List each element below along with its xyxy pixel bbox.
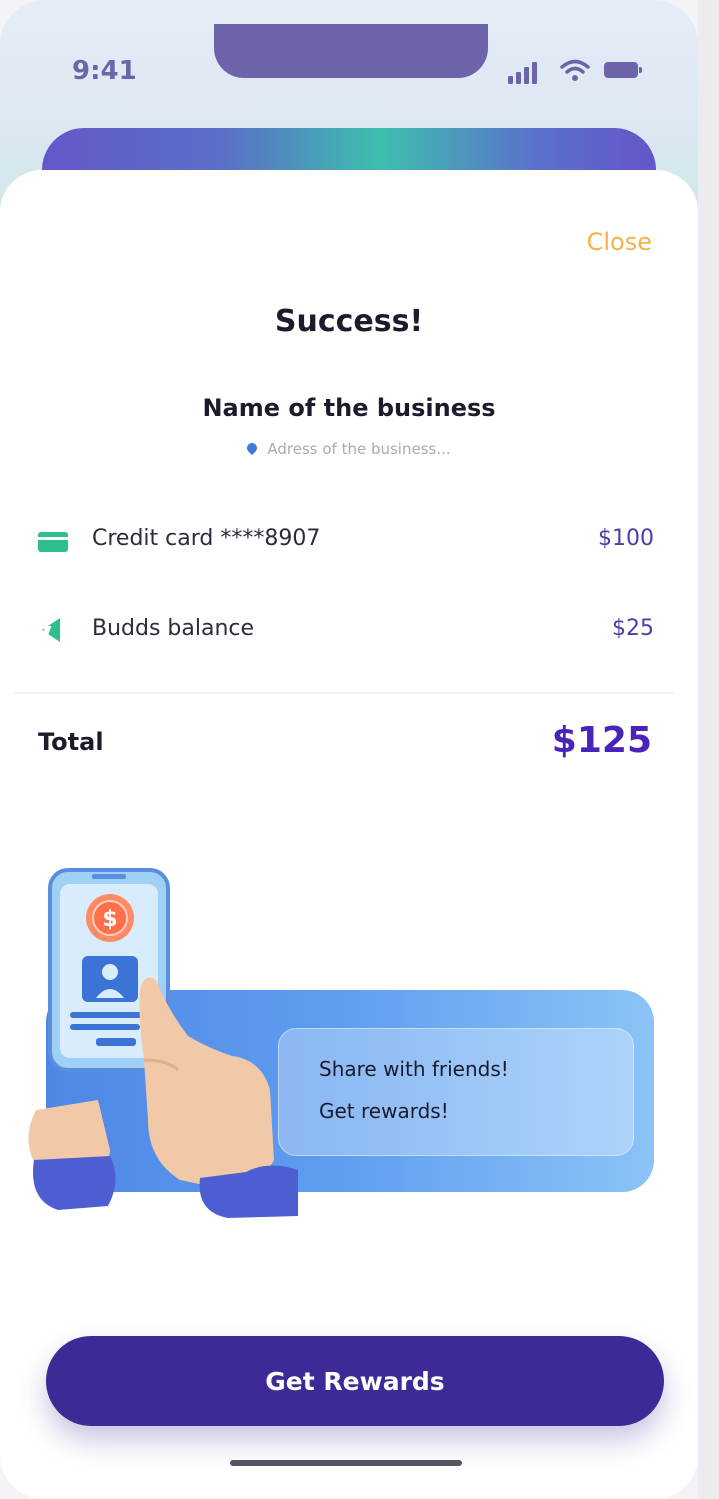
battery-icon bbox=[604, 62, 642, 78]
page-title: Success! bbox=[274, 304, 424, 339]
success-sheet: Close Success! Name of the business Adre… bbox=[0, 170, 698, 1499]
business-name: Name of the business bbox=[202, 394, 496, 422]
payment-row-budds-balance: Budds balance $25 bbox=[38, 610, 654, 650]
promo-line-rewards: Get rewards! bbox=[319, 1099, 449, 1123]
signal-bar-4-icon bbox=[532, 62, 537, 84]
signal-bar-1-icon bbox=[508, 76, 513, 84]
payment-label: Credit card ****8907 bbox=[92, 526, 321, 551]
phone-screen: 9:41 Close Success! Name of the business… bbox=[0, 0, 698, 1499]
business-address-text: Adress of the business... bbox=[267, 440, 451, 458]
signal-bar-2-icon bbox=[516, 72, 521, 84]
close-button[interactable]: Close bbox=[587, 228, 652, 256]
credit-card-icon bbox=[38, 532, 68, 552]
status-time: 9:41 bbox=[72, 56, 137, 86]
payment-row-credit-card: Credit card ****8907 $100 bbox=[38, 520, 654, 560]
location-pin-icon bbox=[245, 440, 260, 455]
signal-bar-3-icon bbox=[524, 67, 529, 84]
home-indicator bbox=[230, 1460, 462, 1466]
page-background-strip bbox=[698, 0, 719, 1499]
payment-amount: $25 bbox=[612, 616, 654, 641]
total-amount: $125 bbox=[551, 720, 652, 761]
get-rewards-button[interactable]: Get Rewards bbox=[46, 1336, 664, 1426]
business-address: Adress of the business... bbox=[0, 440, 698, 458]
divider bbox=[14, 692, 674, 694]
budds-logo-icon bbox=[42, 618, 60, 642]
status-icons bbox=[508, 58, 648, 84]
payment-label: Budds balance bbox=[92, 616, 255, 641]
payment-amount: $100 bbox=[598, 526, 654, 551]
promo-text-panel: Share with friends! Get rewards! bbox=[278, 1028, 634, 1156]
svg-text:$: $ bbox=[102, 907, 117, 932]
wifi-icon bbox=[560, 59, 590, 81]
total-label: Total bbox=[38, 728, 104, 756]
promo-line-share: Share with friends! bbox=[319, 1057, 509, 1081]
device-notch bbox=[214, 24, 488, 78]
phone-hand-illustration-icon: $ bbox=[28, 868, 298, 1218]
